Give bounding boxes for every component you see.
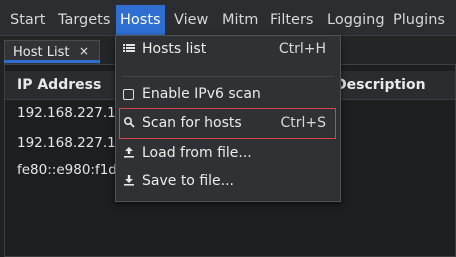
upload-icon	[123, 146, 135, 160]
hosts-dropdown-menu: Hosts list Ctrl+H Enable IPv6 scan Scan …	[115, 35, 341, 202]
menu-item-label: Load from file...	[142, 145, 252, 161]
shortcut-label: Ctrl+S	[280, 115, 326, 131]
menu-start[interactable]: Start	[6, 5, 49, 35]
menu-plugins[interactable]: Plugins	[389, 5, 449, 35]
menu-item-label: Scan for hosts	[142, 115, 242, 131]
table-row[interactable]: 192.168.227.1	[17, 102, 116, 124]
active-tab-indicator	[4, 60, 100, 63]
menu-view[interactable]: View	[170, 5, 212, 35]
menu-logging[interactable]: Logging	[323, 5, 389, 35]
download-icon	[123, 174, 135, 188]
menu-item-enable-ipv6-scan[interactable]: Enable IPv6 scan	[116, 82, 340, 108]
close-icon[interactable]: ×	[79, 44, 89, 58]
menu-item-label: Enable IPv6 scan	[142, 86, 261, 102]
menu-filters[interactable]: Filters	[266, 5, 317, 35]
table-row[interactable]: 192.168.227.12	[17, 132, 124, 154]
menu-item-hosts-list[interactable]: Hosts list Ctrl+H	[116, 37, 340, 63]
list-icon	[123, 42, 135, 56]
menu-item-save-to-file[interactable]: Save to file...	[116, 169, 340, 195]
column-header-ip-address[interactable]: IP Address	[17, 71, 101, 99]
menu-item-label: Hosts list	[142, 41, 207, 57]
menu-mitm[interactable]: Mitm	[218, 5, 262, 35]
menu-item-label: Save to file...	[142, 173, 234, 189]
menu-item-scan-for-hosts[interactable]: Scan for hosts Ctrl+S	[116, 111, 340, 137]
menu-item-load-from-file[interactable]: Load from file...	[116, 141, 340, 167]
shortcut-label: Ctrl+H	[278, 41, 326, 57]
search-icon	[123, 116, 135, 130]
menu-hosts[interactable]: Hosts	[116, 5, 165, 35]
menu-targets[interactable]: Targets	[54, 5, 114, 35]
column-header-description[interactable]: Description	[335, 71, 426, 99]
menubar: Start Targets Hosts View Mitm Filters Lo…	[0, 0, 456, 36]
checkbox-icon[interactable]	[123, 89, 134, 100]
menu-separator	[122, 76, 334, 77]
table-row[interactable]: fe80::e980:f1d	[17, 159, 117, 181]
tab-label: Host List	[13, 45, 70, 60]
